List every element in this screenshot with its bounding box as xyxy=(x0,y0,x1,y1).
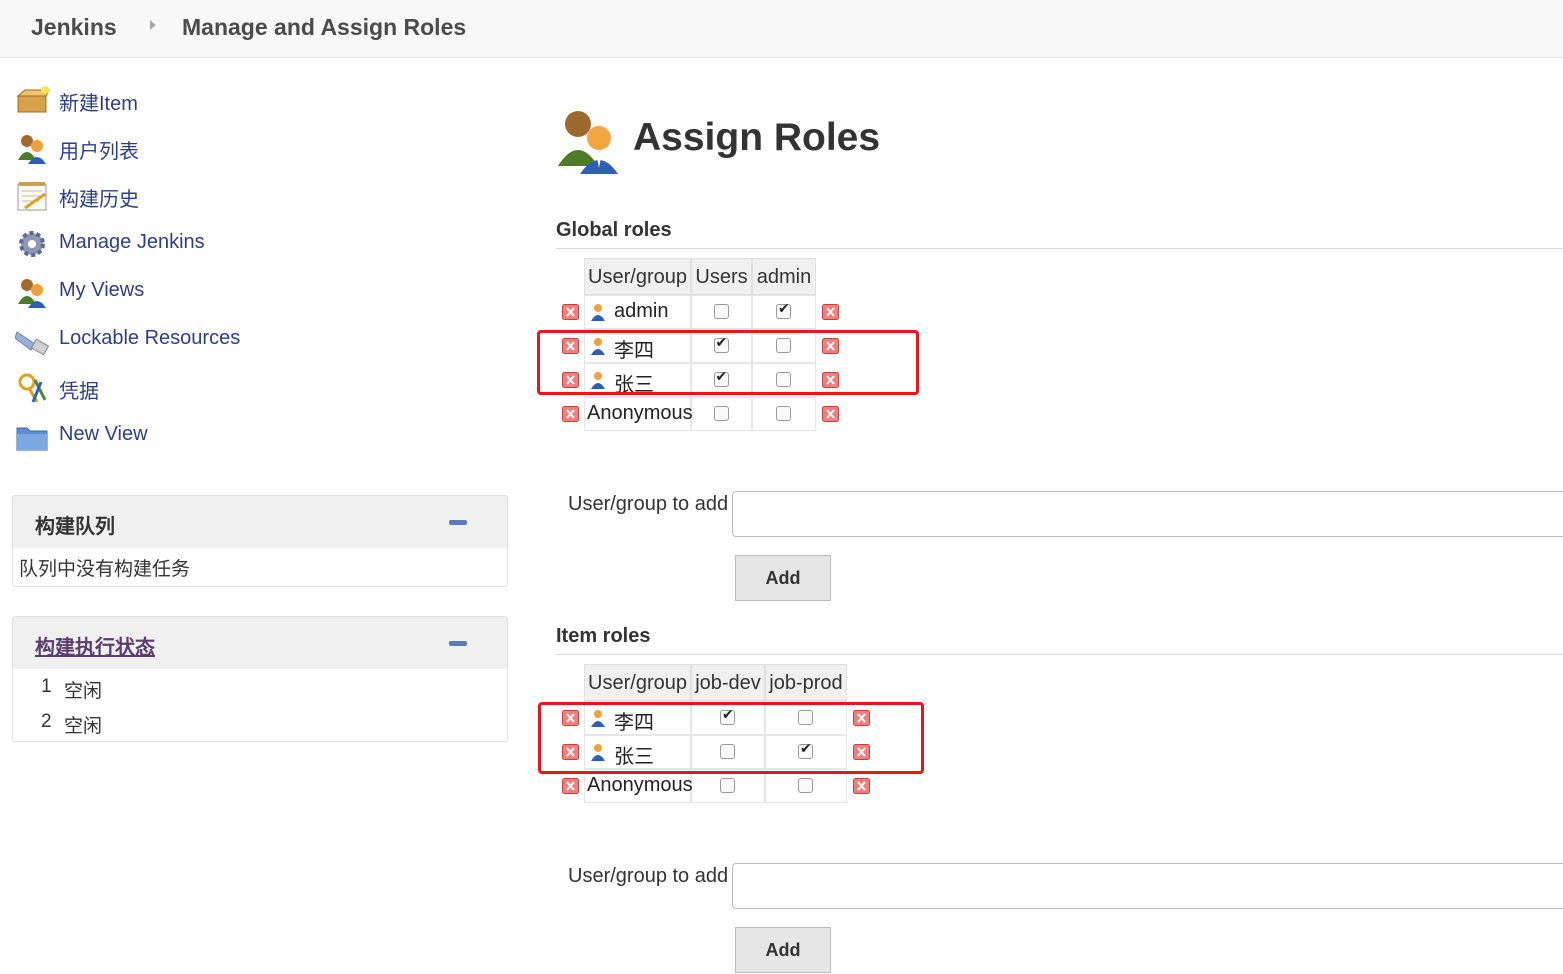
sidebar-item-my-views[interactable]: My Views xyxy=(15,274,415,310)
column-header: User/group xyxy=(584,664,691,701)
new-item-icon xyxy=(16,86,50,113)
assign-roles-icon xyxy=(558,111,618,174)
column-header: admin xyxy=(752,258,816,295)
executors-pane: 构建执行状态 1 空闲 2 空闲 xyxy=(12,616,508,742)
sidebar-item-credentials[interactable]: 凭据 xyxy=(15,370,415,406)
item-roles-divider xyxy=(556,654,1563,655)
sidebar-item-new-view[interactable]: New View xyxy=(15,418,415,454)
gear-icon xyxy=(19,231,45,257)
role-checkbox[interactable] xyxy=(720,778,735,793)
sidebar-item-label: 凭据 xyxy=(59,381,99,403)
global-add-button[interactable]: Add xyxy=(735,555,831,601)
collapse-icon[interactable] xyxy=(449,520,467,525)
column-header: Users xyxy=(691,258,752,295)
sidebar-item-label: My Views xyxy=(59,279,145,301)
delete-icon[interactable] xyxy=(562,304,579,320)
folder-icon xyxy=(16,427,48,451)
sidebar-item-manage-jenkins[interactable]: Manage Jenkins xyxy=(15,226,415,262)
role-checkbox[interactable] xyxy=(713,304,729,319)
role-checkbox[interactable] xyxy=(776,406,791,421)
executors-header: 构建执行状态 xyxy=(13,617,507,669)
keys-icon xyxy=(18,373,47,403)
build-queue-body: 队列中没有构建任务 xyxy=(13,548,507,584)
sidebar-item-label: New View xyxy=(59,423,148,445)
sidebar-item-label: 构建历史 xyxy=(59,189,139,211)
executor-status: 空闲 xyxy=(64,681,103,702)
global-roles-divider xyxy=(556,248,1563,249)
breadcrumb-home[interactable]: Jenkins xyxy=(31,14,117,41)
column-header: job-prod xyxy=(765,664,847,701)
sidebar-item-new-item[interactable]: 新建Item xyxy=(15,82,415,118)
item-add-label: User/group to add xyxy=(568,865,729,887)
global-add-user-input[interactable] xyxy=(732,491,1563,537)
page-title: Assign Roles xyxy=(633,116,881,159)
global-roles-heading: Global roles xyxy=(556,219,672,241)
executor-status: 空闲 xyxy=(64,716,103,737)
row-user-name: Anonymous xyxy=(587,774,693,796)
people-icon xyxy=(18,279,46,308)
highlight-box xyxy=(537,330,919,395)
delete-icon[interactable] xyxy=(562,778,579,794)
sidebar-item-build-history[interactable]: 构建历史 xyxy=(15,178,415,214)
highlight-box xyxy=(538,702,924,774)
delete-icon[interactable] xyxy=(853,778,870,794)
sidebar-item-label: 新建Item xyxy=(59,93,138,115)
build-queue-pane: 构建队列 队列中没有构建任务 xyxy=(12,495,508,587)
breadcrumb-current[interactable]: Manage and Assign Roles xyxy=(182,14,466,41)
item-add-button[interactable]: Add xyxy=(735,927,831,973)
build-queue-header: 构建队列 xyxy=(13,496,507,548)
delete-icon[interactable] xyxy=(562,406,579,422)
executors-title-link[interactable]: 构建执行状态 xyxy=(35,631,155,660)
notepad-icon xyxy=(17,182,47,211)
executor-number: 1 xyxy=(41,676,52,697)
sidebar-item-label: Manage Jenkins xyxy=(59,231,205,253)
sidebar-item-label: Lockable Resources xyxy=(59,327,241,349)
user-icon xyxy=(591,304,605,321)
executors-body: 1 空闲 2 空闲 xyxy=(13,669,507,739)
build-queue-title: 构建队列 xyxy=(35,516,115,538)
breadcrumb-bar: Jenkins Manage and Assign Roles xyxy=(0,0,1563,58)
row-user-name: Anonymous xyxy=(587,402,693,424)
column-header: job-dev xyxy=(691,664,765,701)
delete-icon[interactable] xyxy=(822,304,839,320)
usb-icon xyxy=(15,331,50,356)
executor-number: 2 xyxy=(41,711,52,732)
sidebar-item-people[interactable]: 用户列表 xyxy=(15,130,415,166)
breadcrumb-separator-icon xyxy=(150,20,156,30)
sidebar-item-lockable-resources[interactable]: Lockable Resources xyxy=(15,322,415,358)
role-checkbox[interactable] xyxy=(776,301,791,319)
role-checkbox[interactable] xyxy=(798,778,813,793)
people-icon xyxy=(18,135,46,164)
column-header: User/group xyxy=(584,258,691,295)
role-checkbox[interactable] xyxy=(713,406,729,421)
sidebar-item-label: 用户列表 xyxy=(59,141,139,163)
build-queue-empty-text: 队列中没有构建任务 xyxy=(19,559,191,580)
row-user-name: admin xyxy=(614,300,669,322)
item-add-user-input[interactable] xyxy=(732,863,1563,909)
collapse-icon[interactable] xyxy=(449,641,467,646)
item-roles-heading: Item roles xyxy=(556,625,651,647)
global-add-label: User/group to add xyxy=(568,493,729,515)
delete-icon[interactable] xyxy=(822,406,839,422)
